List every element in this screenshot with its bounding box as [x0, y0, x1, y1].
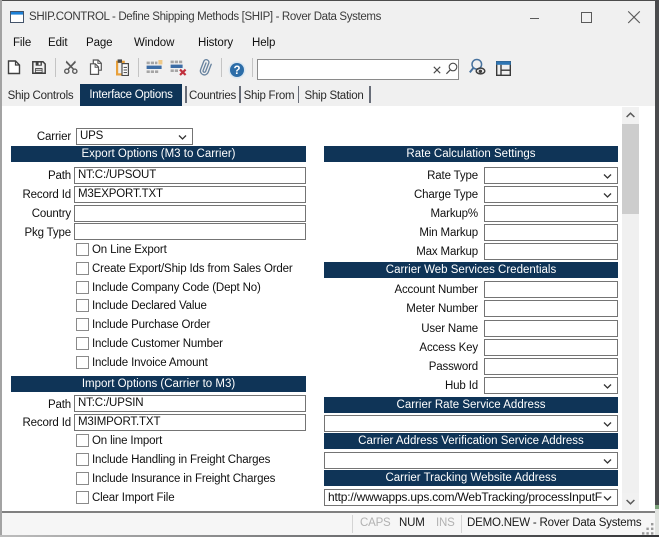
svg-text:?: ? — [233, 65, 240, 77]
